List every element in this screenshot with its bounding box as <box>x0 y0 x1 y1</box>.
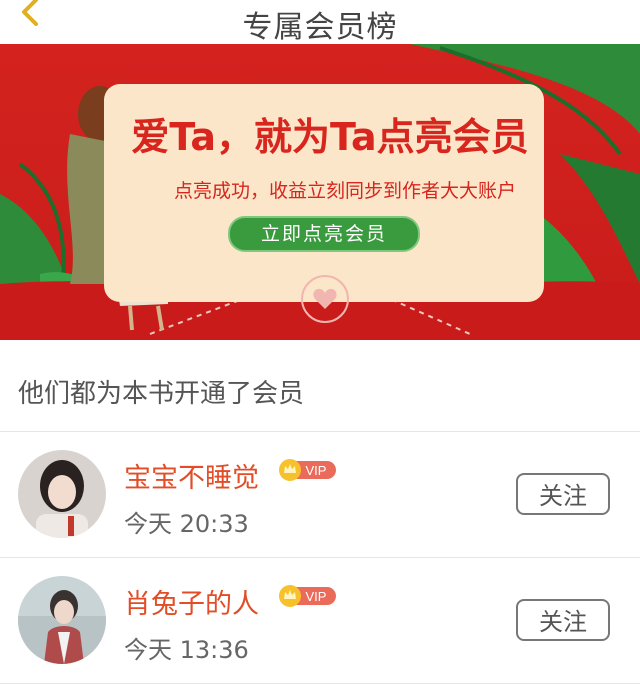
promo-banner[interactable]: 爱Ta，就为Ta点亮会员 点亮成功，收益立刻同步到作者大大账户 立即点亮会员 <box>0 44 640 340</box>
banner-headline: 爱Ta，就为Ta点亮会员 <box>131 115 529 159</box>
section-title: 他们都为本书开通了会员 <box>18 379 305 409</box>
vip-badge: VIP <box>278 458 338 482</box>
member-name[interactable]: 宝宝不睡觉 <box>124 456 259 495</box>
open-time: 今天 13:36 <box>124 636 249 664</box>
vip-badge: VIP <box>278 584 338 608</box>
open-time: 今天 20:33 <box>124 510 249 538</box>
member-row[interactable]: 宝宝不睡觉 VIP 今天 20:33 关注 <box>0 432 640 556</box>
banner-subtitle: 点亮成功，收益立刻同步到作者大大账户 <box>173 180 516 202</box>
top-bar: 专属会员榜 <box>0 0 640 45</box>
avatar[interactable] <box>18 576 106 664</box>
follow-button[interactable]: 关注 <box>516 473 610 515</box>
page-title: 专属会员榜 <box>242 10 398 45</box>
light-up-vip-button[interactable]: 立即点亮会员 <box>228 216 420 252</box>
svg-text:VIP: VIP <box>306 463 327 478</box>
avatar[interactable] <box>18 450 106 538</box>
member-name[interactable]: 肖兔子的人 <box>124 582 259 621</box>
follow-button[interactable]: 关注 <box>516 599 610 641</box>
heart-seal-icon <box>301 275 349 323</box>
member-row[interactable]: 肖兔子的人 VIP 今天 13:36 关注 <box>0 558 640 682</box>
svg-text:VIP: VIP <box>306 589 327 604</box>
